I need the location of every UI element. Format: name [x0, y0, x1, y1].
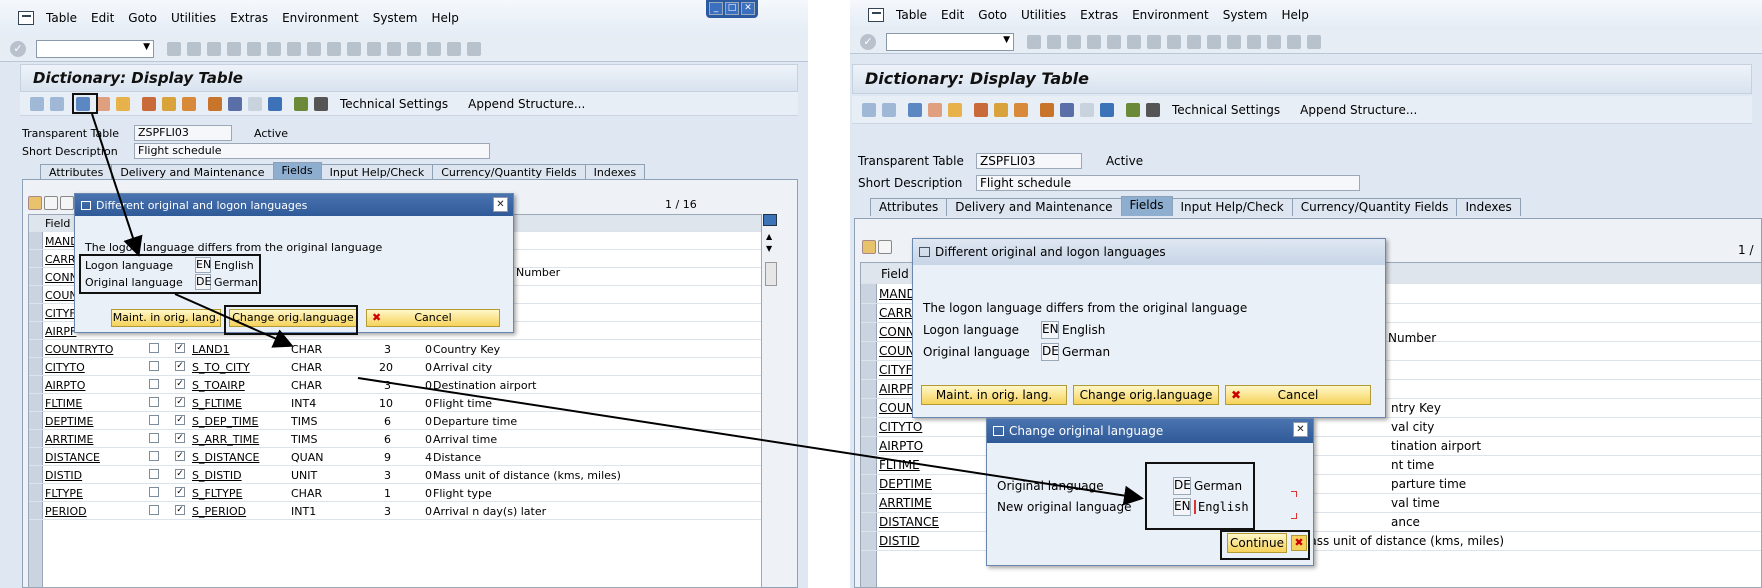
- arrow-change-to-dialog2: [357, 377, 1144, 506]
- arrow-lang-to-change: [174, 293, 294, 348]
- arrow-display-to-dialog: [91, 113, 143, 257]
- annotation-arrows: [91, 113, 1144, 506]
